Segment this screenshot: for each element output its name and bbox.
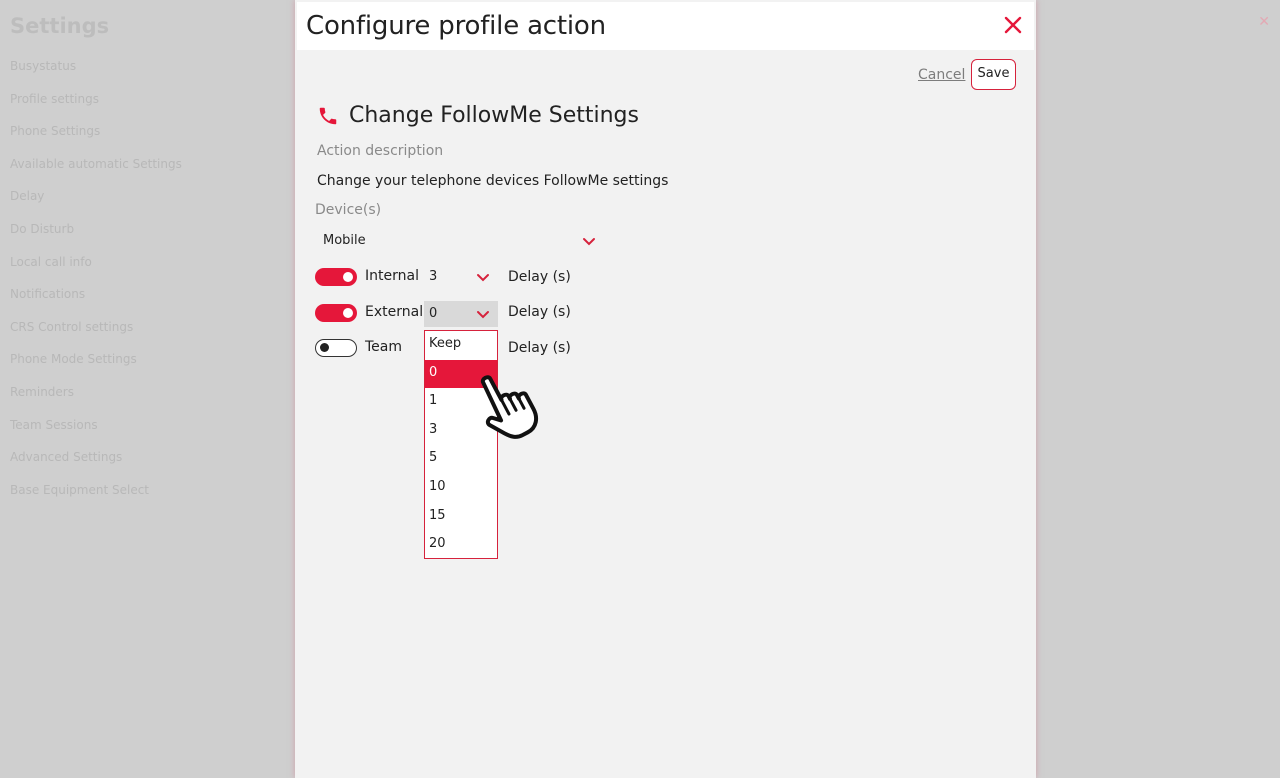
toggle-knob <box>343 272 353 282</box>
team-label: Team <box>365 339 403 355</box>
phone-icon <box>319 107 337 124</box>
background-menu-item: Base Equipment Select <box>10 482 150 497</box>
section-title: Change FollowMe Settings <box>349 103 639 128</box>
save-button[interactable]: Save <box>971 59 1016 90</box>
background-menu-item: Local call info <box>10 254 92 269</box>
external-label: External <box>365 304 424 320</box>
action-description: Change your telephone devices FollowMe s… <box>317 173 669 189</box>
background-menu-item: Reminders <box>10 384 74 399</box>
internal-label: Internal <box>365 268 419 284</box>
toggle-knob <box>320 343 329 352</box>
team-toggle[interactable] <box>315 339 357 357</box>
section-header: Change FollowMe Settings <box>317 103 639 128</box>
background-page-title: Settings <box>10 14 110 38</box>
background-menu-item: Busystatus <box>10 59 77 73</box>
dropdown-option-15[interactable]: 15 <box>425 503 497 532</box>
team-delay-label: Delay (s) <box>508 340 571 356</box>
external-delay-value: 0 <box>429 306 438 321</box>
dropdown-option-20[interactable]: 20 <box>425 531 497 560</box>
background-menu-item: Phone Settings <box>10 124 101 139</box>
background-menu-item: Available automatic Settings <box>10 156 182 171</box>
device-select-value: Mobile <box>323 233 366 248</box>
background-menu-item: Delay <box>10 189 45 204</box>
background-menu-item: Notifications <box>10 287 86 302</box>
cancel-button[interactable]: Cancel <box>918 67 965 83</box>
background-close-icon: ✕ <box>1258 14 1270 30</box>
dropdown-option-5[interactable]: 5 <box>425 445 497 474</box>
toggle-knob <box>343 308 353 318</box>
dropdown-option-1[interactable]: 1 <box>425 388 497 417</box>
dialog-title: Configure profile action <box>306 11 606 41</box>
external-delay-dropdown: Keep 0 1 3 5 10 15 20 <box>424 330 498 559</box>
background-menu-item: CRS Control settings <box>10 319 134 334</box>
dropdown-option-10[interactable]: 10 <box>425 474 497 503</box>
external-delay-select[interactable]: 0 <box>424 301 498 327</box>
action-description-label: Action description <box>317 143 444 159</box>
dialog-header: Configure profile action <box>297 2 1034 50</box>
background-menu-item: Phone Mode Settings <box>10 352 137 367</box>
internal-delay-value: 3 <box>429 269 438 284</box>
dropdown-option-0[interactable]: 0 <box>425 359 497 389</box>
configure-profile-action-dialog: Configure profile action Cancel Save Cha… <box>295 0 1036 778</box>
chevron-down-icon <box>477 274 489 282</box>
background-menu-item: Advanced Settings <box>10 450 123 465</box>
chevron-down-icon <box>583 238 595 246</box>
close-icon[interactable] <box>1002 14 1024 36</box>
internal-toggle[interactable] <box>315 268 357 286</box>
internal-delay-select[interactable]: 3 <box>424 264 498 290</box>
chevron-down-icon <box>477 311 489 319</box>
dropdown-option-keep[interactable]: Keep <box>425 331 497 360</box>
dropdown-option-3[interactable]: 3 <box>425 417 497 446</box>
background-menu-item: Do Disturb <box>10 221 75 236</box>
background-menu: Busystatus Profile settings Phone Settin… <box>10 56 290 512</box>
external-toggle[interactable] <box>315 304 357 322</box>
external-delay-label: Delay (s) <box>508 304 571 320</box>
device-select[interactable]: Mobile <box>317 228 600 254</box>
internal-delay-label: Delay (s) <box>508 269 571 285</box>
background-menu-item: Profile settings <box>10 91 99 106</box>
background-menu-item: Team Sessions <box>10 417 98 432</box>
devices-label: Device(s) <box>315 202 382 218</box>
